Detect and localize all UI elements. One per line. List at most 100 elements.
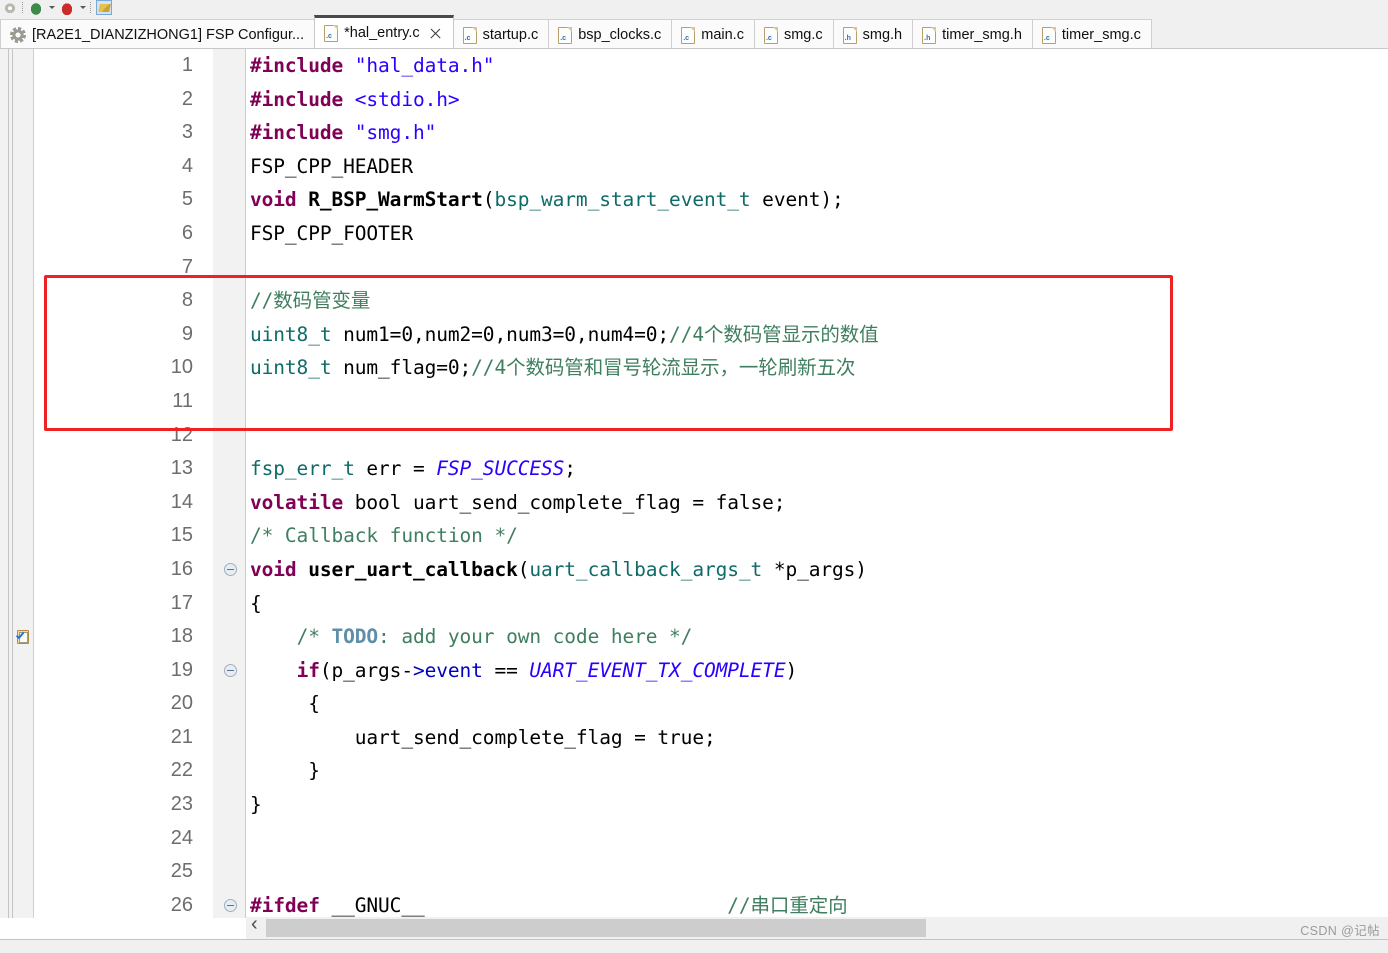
tab-timer-smg-c[interactable]: .c timer_smg.c	[1031, 19, 1152, 50]
gear-icon	[10, 27, 26, 43]
token-preprocessor: #ifdef	[250, 893, 320, 917]
code-editor[interactable]: 1 2 3 4 5 6 7 8 9 10 11 12 13 14 15 16 1…	[0, 48, 1388, 953]
source-code-text[interactable]: #include "hal_data.h" #include <stdio.h>…	[246, 49, 1388, 918]
fold-row	[213, 217, 246, 251]
line-number-row: 26	[35, 889, 213, 923]
fold-row	[213, 687, 246, 721]
token-declaration: bool uart_send_complete_flag = false;	[343, 490, 786, 514]
todo-task-icon[interactable]	[15, 629, 31, 645]
line-number-row: 5	[35, 183, 213, 217]
code-row: volatile bool uart_send_complete_flag = …	[246, 486, 1388, 520]
line-number-row: 11	[35, 385, 213, 419]
tab-main-c[interactable]: .c main.c	[671, 19, 755, 50]
tab-fsp-configuration[interactable]: [RA2E1_DIANZIZHONG1] FSP Configur...	[0, 19, 316, 50]
token-operator: ==	[482, 658, 530, 682]
scrollbar-thumb[interactable]	[266, 919, 926, 937]
token-param: *p_args)	[762, 557, 867, 581]
fold-collapse-icon[interactable]	[224, 663, 237, 677]
c-file-icon: .c	[324, 24, 339, 42]
line-number-row: 3	[35, 116, 213, 150]
line-number-row: 24	[35, 822, 213, 856]
annotation-ruler[interactable]	[0, 49, 34, 918]
fold-row	[213, 419, 246, 453]
token-constant: UART_EVENT_TX_COMPLETE	[529, 658, 786, 682]
line-number: 18	[170, 625, 193, 648]
fold-row	[213, 855, 246, 889]
scroll-left-icon[interactable]	[246, 913, 266, 939]
token-keyword: void	[250, 557, 297, 581]
eclipse-editor-window: [RA2E1_DIANZIZHONG1] FSP Configur... .c …	[0, 0, 1388, 953]
line-number: 4	[181, 154, 193, 177]
tab-smg-h[interactable]: .h smg.h	[832, 19, 914, 50]
c-file-icon: .c	[1041, 26, 1056, 44]
token-constant: FSP_SUCCESS	[436, 457, 565, 481]
line-number: 22	[170, 759, 193, 782]
line-number-row: 6	[35, 217, 213, 251]
token-comment: /* Callback function */	[250, 524, 518, 548]
fold-row	[213, 654, 246, 688]
token-type: bsp_warm_start_event_t	[494, 188, 751, 212]
line-number: 2	[181, 87, 193, 110]
editor-tab-bar: [RA2E1_DIANZIZHONG1] FSP Configur... .c …	[0, 15, 1388, 50]
line-number-row: 12	[35, 419, 213, 453]
code-row: fsp_err_t err = FSP_SUCCESS;	[246, 452, 1388, 486]
tab-label: bsp_clocks.c	[578, 27, 662, 43]
tab-smg-c[interactable]: .c smg.c	[753, 19, 834, 50]
line-number: 9	[181, 322, 193, 345]
fold-row	[213, 822, 246, 856]
line-number: 5	[181, 188, 193, 211]
token-string: "hal_data.h"	[354, 54, 495, 77]
tab-hal-entry-c[interactable]: .c *hal_entry.c	[314, 15, 454, 48]
code-row	[246, 385, 1388, 419]
tab-label: *hal_entry.c	[344, 25, 420, 41]
token-macro: FSP_CPP_HEADER	[250, 154, 413, 178]
gear-icon[interactable]	[2, 0, 18, 15]
line-number-row: 16	[35, 553, 213, 587]
tab-bsp-clocks-c[interactable]: .c bsp_clocks.c	[548, 19, 673, 50]
line-number: 1	[181, 54, 193, 76]
checkmark-shape	[15, 634, 24, 640]
line-number: 3	[181, 121, 193, 144]
line-number-row: 9	[35, 318, 213, 352]
line-number: 23	[170, 793, 193, 816]
line-number-row: 19	[35, 654, 213, 688]
fold-collapse-icon[interactable]	[224, 898, 237, 912]
debug-dropdown-arrow-icon[interactable]	[48, 0, 55, 15]
line-number: 25	[170, 860, 193, 883]
h-file-icon: .h	[842, 26, 857, 44]
debug-bug-icon[interactable]	[28, 0, 44, 15]
close-icon[interactable]	[428, 26, 443, 41]
tab-startup-c[interactable]: .c startup.c	[452, 19, 550, 50]
tab-label: [RA2E1_DIANZIZHONG1] FSP Configur...	[32, 27, 305, 43]
line-number: 11	[172, 389, 193, 412]
run-dropdown-arrow-icon[interactable]	[79, 0, 86, 15]
folding-ruler[interactable]	[213, 49, 246, 918]
horizontal-scrollbar[interactable]	[246, 913, 1388, 939]
fold-row	[213, 587, 246, 621]
token-field: >event	[412, 658, 483, 682]
code-row: void user_uart_callback(uart_callback_ar…	[246, 553, 1388, 587]
code-row: uint8_t num_flag=0;//4个数码管和冒号轮流显示，一轮刷新五次	[246, 351, 1388, 385]
fold-row	[213, 553, 246, 587]
token-function: user_uart_callback	[308, 557, 518, 581]
token-punct: {	[250, 692, 320, 716]
fold-row	[213, 83, 246, 117]
code-row: {	[246, 587, 1388, 621]
fold-row	[213, 351, 246, 385]
line-number: 20	[170, 692, 193, 715]
fold-row	[213, 49, 246, 83]
run-icon[interactable]	[59, 0, 75, 15]
toolbar	[0, 0, 1388, 15]
fold-collapse-icon[interactable]	[224, 562, 237, 576]
token-punct: (	[482, 188, 495, 212]
code-row	[246, 855, 1388, 889]
fold-row	[213, 116, 246, 150]
code-row: if(p_args->event == UART_EVENT_TX_COMPLE…	[246, 654, 1388, 688]
tab-label: startup.c	[482, 27, 539, 43]
token-macro: FSP_CPP_FOOTER	[250, 221, 413, 245]
tab-timer-smg-h[interactable]: .h timer_smg.h	[912, 19, 1033, 50]
line-number: 19	[170, 658, 193, 681]
code-row: /* TODO: add your own code here */	[246, 620, 1388, 654]
highlighter-icon[interactable]	[96, 0, 112, 15]
line-number-row: 15	[35, 519, 213, 553]
